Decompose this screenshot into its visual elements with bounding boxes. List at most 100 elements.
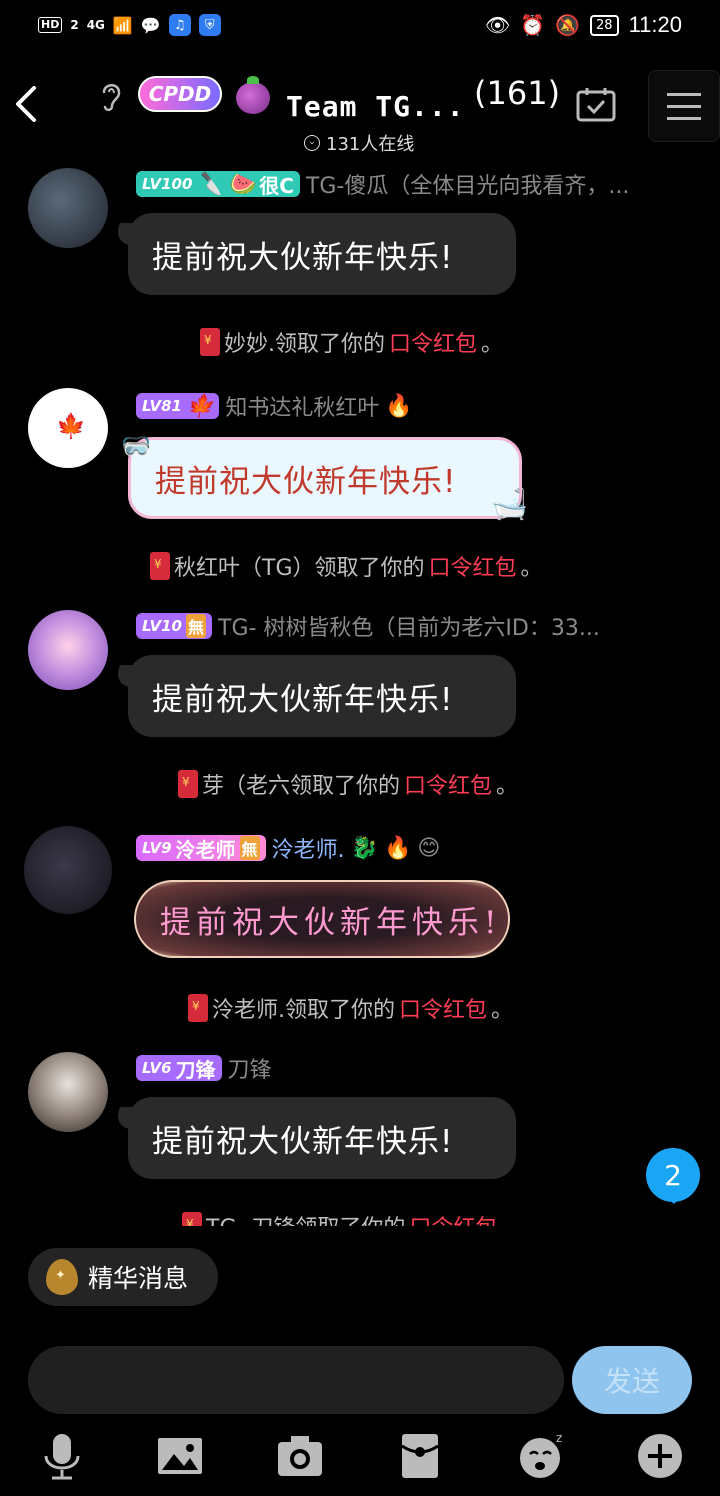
maple-leaf-icon: 🍁 bbox=[56, 412, 86, 440]
message-text: 提前祝大伙新年快乐! bbox=[155, 463, 457, 500]
level-text: LV10 bbox=[142, 617, 182, 635]
notice-text: TG- 刀锋领取了你的 bbox=[206, 1210, 405, 1226]
level-badge: LV81 🍁 bbox=[136, 393, 220, 419]
knife-icon: 🔪 bbox=[196, 171, 224, 197]
battery-indicator: 28 bbox=[590, 14, 619, 36]
group-title[interactable]: Team TG... bbox=[286, 90, 465, 123]
message-bubble-decorated[interactable]: 提前祝大伙新年快乐! 🥽 🛁 bbox=[121, 432, 528, 522]
sender-line: LV100 🔪 🍉 很C TG-傻瓜（全体目光向我看齐，... bbox=[136, 168, 629, 200]
image-icon[interactable] bbox=[156, 1430, 204, 1482]
message-bubble[interactable]: 提前祝大伙新年快乐! bbox=[128, 655, 516, 737]
red-packet-link[interactable]: 口令红包 bbox=[399, 992, 487, 1024]
message-bubble[interactable]: 提前祝大伙新年快乐! bbox=[128, 213, 516, 295]
cpdd-badge[interactable]: CPDD bbox=[138, 76, 222, 112]
title-tag: 泠老师 bbox=[175, 837, 236, 862]
sim-indicator: 2 bbox=[70, 18, 79, 32]
red-packet-link[interactable]: 口令红包 bbox=[389, 326, 477, 358]
send-button[interactable]: 发送 bbox=[572, 1346, 692, 1414]
message-text: 提前祝大伙新年快乐! bbox=[152, 681, 454, 718]
avatar[interactable] bbox=[28, 168, 108, 248]
camera-icon[interactable] bbox=[276, 1430, 324, 1482]
system-notice: 芽（老六领取了你的口令红包。 bbox=[178, 768, 518, 800]
mangosteen-icon bbox=[236, 76, 270, 114]
plus-icon[interactable] bbox=[636, 1430, 684, 1482]
avatar[interactable] bbox=[28, 610, 108, 690]
title-tag: 刀锋 bbox=[175, 1057, 216, 1082]
sender-nickname[interactable]: 泠老师. bbox=[272, 832, 345, 864]
red-packet-link[interactable]: 口令红包 bbox=[429, 550, 517, 582]
calendar-check-icon[interactable] bbox=[576, 86, 616, 122]
title-tag: 很C bbox=[259, 173, 294, 198]
wifi-icon: 📶 bbox=[112, 15, 133, 35]
back-arrow-icon[interactable] bbox=[10, 82, 46, 126]
menu-button[interactable] bbox=[648, 70, 720, 142]
sender-nickname[interactable]: 知书达礼秋红叶 bbox=[225, 390, 379, 422]
red-envelope-icon bbox=[188, 994, 208, 1022]
avatar[interactable] bbox=[28, 1052, 108, 1132]
avatar[interactable]: 🍁 bbox=[28, 388, 108, 468]
notice-end: 。 bbox=[481, 332, 504, 357]
fire-icon: 🔥 bbox=[383, 835, 412, 861]
online-count-label: 131人在线 bbox=[326, 134, 415, 155]
network-indicator: 4G bbox=[86, 18, 105, 32]
message-text: 提前祝大伙新年快乐! bbox=[160, 904, 502, 941]
fire-icon: 🔥 bbox=[385, 393, 413, 419]
level-text: LV6 bbox=[142, 1059, 172, 1077]
online-count[interactable]: ⌄ 131人在线 bbox=[304, 130, 414, 156]
music-app-icon: ♫ bbox=[168, 14, 191, 36]
level-text: LV9 bbox=[142, 839, 172, 857]
watermelon-icon: 🍉 bbox=[227, 171, 256, 197]
level-badge: LV6 刀锋 bbox=[136, 1055, 222, 1082]
hd-indicator: HD bbox=[38, 17, 63, 33]
sender-nickname[interactable]: TG- 树树皆秋色（目前为老六ID：33... bbox=[218, 610, 600, 642]
mic-icon[interactable] bbox=[38, 1430, 86, 1482]
goggles-icon: 🥽 bbox=[121, 432, 152, 460]
notice-end: 。 bbox=[491, 998, 514, 1023]
notice-end: 。 bbox=[496, 774, 519, 799]
sender-nickname[interactable]: 刀锋 bbox=[228, 1052, 272, 1084]
ear-icon[interactable] bbox=[96, 78, 126, 114]
sender-line: LV9 泠老师 無 泠老师. 🐉 🔥 😊 bbox=[136, 832, 440, 864]
level-text: LV81 bbox=[142, 397, 182, 415]
notice-end: 。 bbox=[520, 556, 543, 581]
essence-drop-icon bbox=[46, 1259, 78, 1295]
sender-line: LV81 🍁 知书达礼秋红叶 🔥 bbox=[136, 390, 413, 422]
level-badge: LV10 無 bbox=[136, 613, 212, 639]
avatar[interactable] bbox=[24, 826, 112, 914]
chevron-down-icon: ⌄ bbox=[304, 135, 320, 151]
status-bar: HD 2 4G 📶 💬 ♫ ⛨ 👁 ⏰ 🔕 28 11:20 bbox=[0, 0, 720, 56]
red-packet-link[interactable]: 口令红包 bbox=[409, 1210, 497, 1226]
system-notice: TG- 刀锋领取了你的口令红包 bbox=[182, 1210, 497, 1226]
notice-text: 泠老师.领取了你的 bbox=[212, 998, 395, 1023]
clipped-notice-container: TG- 刀锋领取了你的口令红包 bbox=[0, 1206, 720, 1226]
essence-label: 精华消息 bbox=[88, 1264, 189, 1293]
red-envelope-icon bbox=[150, 552, 170, 580]
sender-line: LV10 無 TG- 树树皆秋色（目前为老六ID：33... bbox=[136, 610, 600, 642]
essence-messages-button[interactable]: 精华消息 bbox=[28, 1248, 218, 1306]
eye-icon: 👁 bbox=[484, 13, 511, 37]
notice-text: 芽（老六领取了你的 bbox=[202, 774, 401, 799]
chat-header: CPDD Team TG... (161) ⌄ 131人在线 bbox=[0, 60, 720, 160]
red-packet-icon[interactable] bbox=[396, 1430, 444, 1482]
member-count[interactable]: (161) bbox=[474, 74, 560, 112]
clock: 11:20 bbox=[628, 12, 682, 37]
wechat-icon: 💬 bbox=[140, 15, 161, 35]
message-bubble-decorated[interactable]: 提前祝大伙新年快乐! bbox=[134, 880, 510, 958]
unread-badge[interactable]: 2 bbox=[646, 1148, 700, 1204]
level-badge: LV100 🔪 🍉 很C bbox=[136, 171, 300, 198]
emoji-icon[interactable]: z bbox=[516, 1430, 564, 1482]
level-text: LV100 bbox=[142, 175, 193, 193]
message-text: 提前祝大伙新年快乐! bbox=[152, 1123, 454, 1160]
smile-icon: 😊 bbox=[417, 835, 441, 861]
red-envelope-icon bbox=[178, 770, 198, 798]
message-bubble[interactable]: 提前祝大伙新年快乐! bbox=[128, 1097, 516, 1179]
system-notice: 妙妙.领取了你的口令红包。 bbox=[200, 326, 503, 358]
system-notice: 泠老师.领取了你的口令红包。 bbox=[188, 992, 513, 1024]
message-input[interactable] bbox=[28, 1346, 564, 1414]
bath-icon: 🛁 bbox=[490, 487, 529, 522]
red-packet-link[interactable]: 口令红包 bbox=[404, 768, 492, 800]
message-text: 提前祝大伙新年快乐! bbox=[152, 239, 454, 276]
sender-nickname[interactable]: TG-傻瓜（全体目光向我看齐，... bbox=[306, 168, 629, 200]
title-tag-2: 無 bbox=[239, 836, 260, 860]
alarm-icon: ⏰ bbox=[520, 13, 546, 37]
